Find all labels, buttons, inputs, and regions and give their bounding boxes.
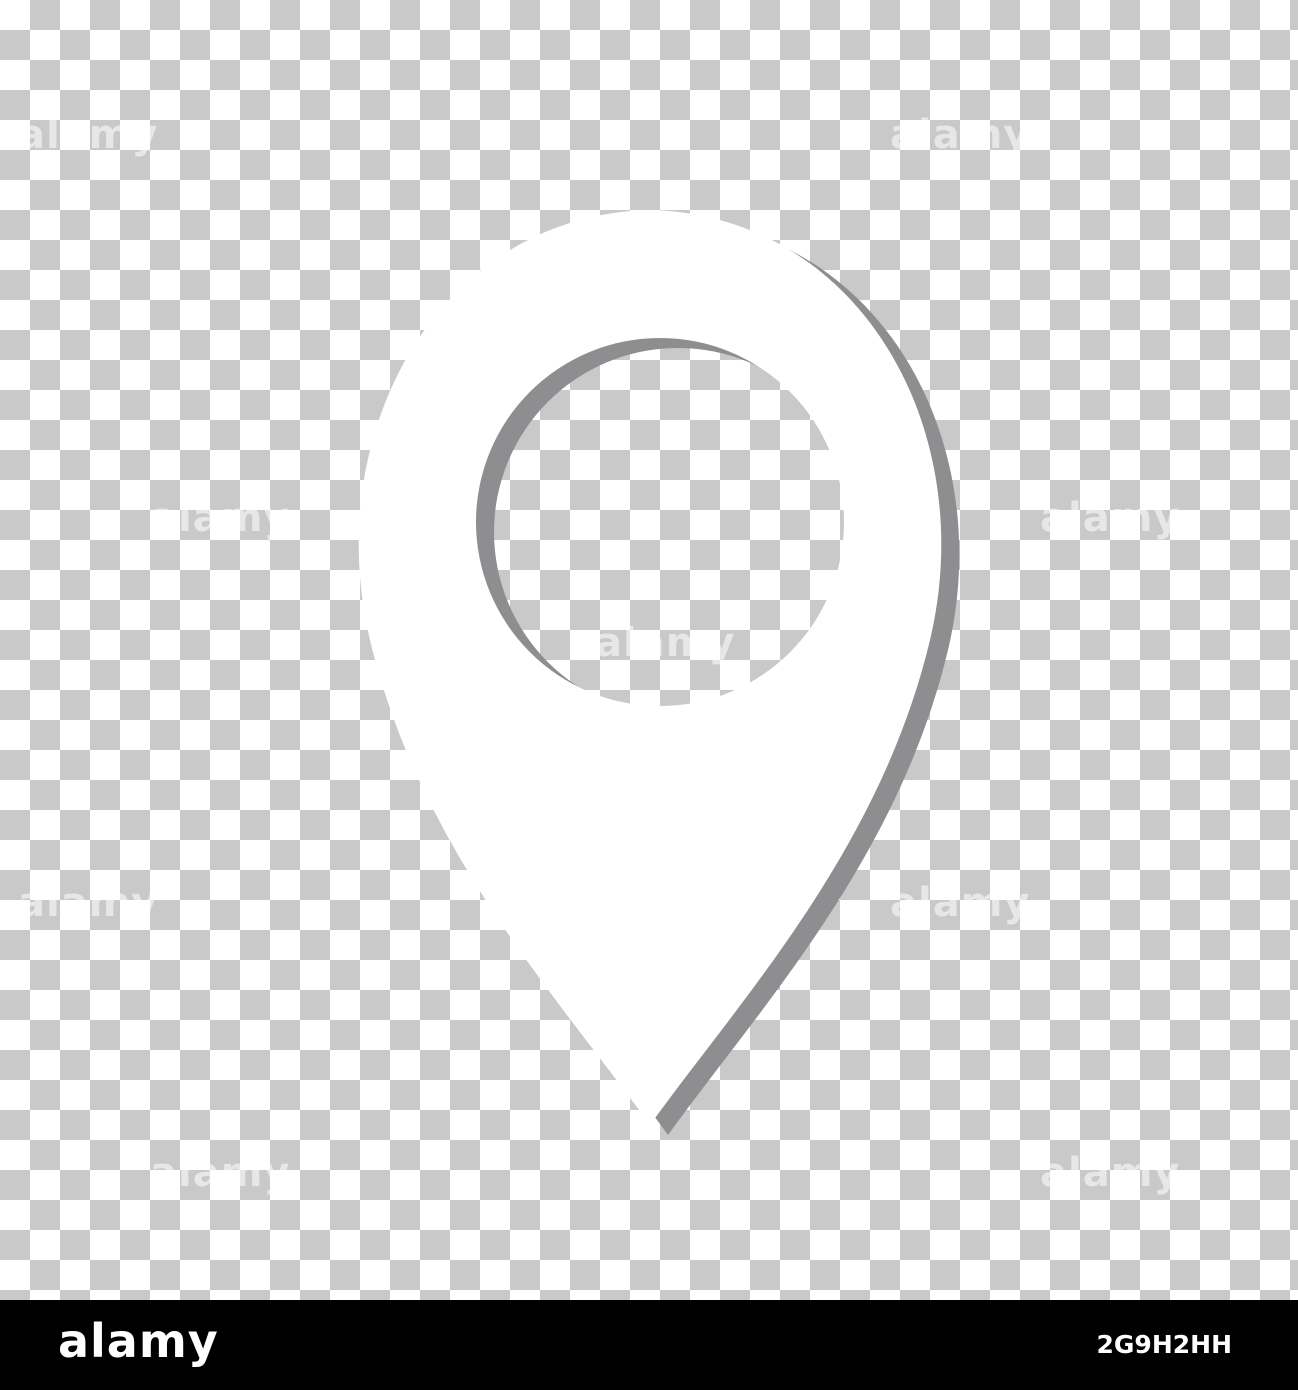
alamy-logo: alamy [58,1314,219,1368]
alamy-footer-bar: alamy 2G9H2HH [0,1300,1298,1390]
checkerboard-canvas: alamy alamy alamy alamy alamy alamy alam… [0,0,1298,1300]
image-id-label: 2G9H2HH [1096,1330,1232,1359]
map-pin-icon [358,210,960,1135]
